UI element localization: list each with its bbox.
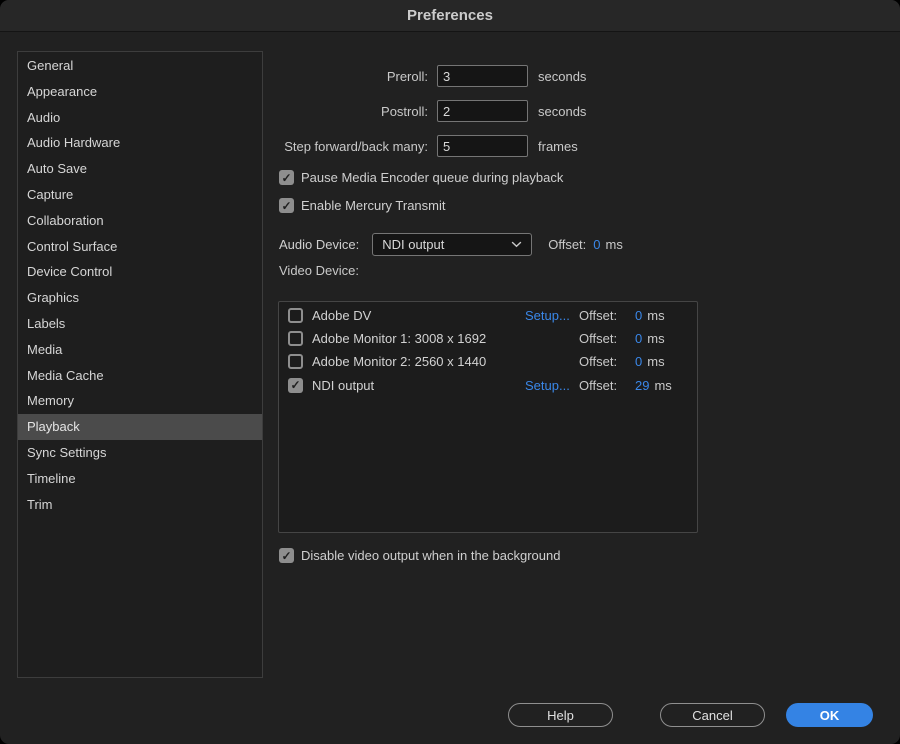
sidebar-item-appearance[interactable]: Appearance <box>18 79 262 105</box>
sidebar-item-capture[interactable]: Capture <box>18 182 262 208</box>
video-device-row: Adobe DV Setup... Offset: 0 ms <box>279 304 697 327</box>
video-device-checkbox[interactable] <box>288 308 303 323</box>
video-device-label: Video Device: <box>279 263 359 278</box>
offset-unit: ms <box>647 304 664 327</box>
postroll-row: Postroll: seconds <box>279 99 586 123</box>
video-device-row: Adobe Monitor 2: 2560 x 1440 Offset: 0 m… <box>279 350 697 373</box>
offset-group: 0 ms <box>635 327 665 350</box>
offset-label: Offset: <box>579 304 617 327</box>
video-device-list: Adobe DV Setup... Offset: 0 ms Adobe Mon… <box>278 301 698 533</box>
offset-value[interactable]: 0 <box>635 327 642 350</box>
preroll-row: Preroll: seconds <box>279 64 586 88</box>
sidebar-item-audio[interactable]: Audio <box>18 105 262 131</box>
offset-unit: ms <box>647 327 664 350</box>
pause-encoder-checkbox[interactable] <box>279 170 294 185</box>
audio-offset-unit: ms <box>606 237 623 252</box>
offset-value[interactable]: 0 <box>635 304 642 327</box>
sidebar-item-graphics[interactable]: Graphics <box>18 285 262 311</box>
video-device-name: Adobe Monitor 1: 3008 x 1692 <box>312 327 486 350</box>
dialog-title: Preferences <box>0 0 900 32</box>
audio-offset-label: Offset: <box>548 237 586 252</box>
chevron-down-icon <box>511 241 522 248</box>
video-device-checkbox[interactable] <box>288 378 303 393</box>
sidebar-item-media-cache[interactable]: Media Cache <box>18 363 262 389</box>
sidebar-item-labels[interactable]: Labels <box>18 311 262 337</box>
offset-value[interactable]: 0 <box>635 350 642 373</box>
sidebar-item-trim[interactable]: Trim <box>18 492 262 518</box>
offset-label: Offset: <box>579 374 617 397</box>
disable-bg-checkbox[interactable] <box>279 548 294 563</box>
offset-unit: ms <box>647 350 664 373</box>
mercury-transmit-label: Enable Mercury Transmit <box>301 198 446 213</box>
audio-device-value: NDI output <box>382 237 444 252</box>
pause-encoder-label: Pause Media Encoder queue during playbac… <box>301 170 563 185</box>
step-many-unit: frames <box>538 139 578 154</box>
mercury-transmit-checkbox[interactable] <box>279 198 294 213</box>
video-device-name: Adobe Monitor 2: 2560 x 1440 <box>312 350 486 373</box>
pause-encoder-row: Pause Media Encoder queue during playbac… <box>279 169 563 186</box>
disable-bg-row: Disable video output when in the backgro… <box>279 547 560 564</box>
preroll-input[interactable] <box>437 65 528 87</box>
sidebar-item-sync-settings[interactable]: Sync Settings <box>18 440 262 466</box>
sidebar-item-audio-hardware[interactable]: Audio Hardware <box>18 130 262 156</box>
postroll-input[interactable] <box>437 100 528 122</box>
offset-unit: ms <box>654 374 671 397</box>
video-device-checkbox[interactable] <box>288 354 303 369</box>
preroll-label: Preroll: <box>279 69 428 84</box>
ok-button[interactable]: OK <box>786 703 873 727</box>
offset-group: 0 ms <box>635 350 665 373</box>
postroll-unit: seconds <box>538 104 586 119</box>
sidebar-item-memory[interactable]: Memory <box>18 388 262 414</box>
sidebar-item-control-surface[interactable]: Control Surface <box>18 234 262 260</box>
video-device-name: NDI output <box>312 374 374 397</box>
offset-label: Offset: <box>579 350 617 373</box>
sidebar-item-media[interactable]: Media <box>18 337 262 363</box>
video-device-row: NDI output Setup... Offset: 29 ms <box>279 374 697 397</box>
postroll-label: Postroll: <box>279 104 428 119</box>
disable-bg-label: Disable video output when in the backgro… <box>301 548 560 563</box>
sidebar-item-playback[interactable]: Playback <box>18 414 262 440</box>
preferences-dialog: Preferences GeneralAppearanceAudioAudio … <box>0 0 900 744</box>
step-many-label: Step forward/back many: <box>279 139 428 154</box>
mercury-transmit-row: Enable Mercury Transmit <box>279 197 446 214</box>
video-device-checkbox[interactable] <box>288 331 303 346</box>
audio-device-label: Audio Device: <box>279 237 359 252</box>
sidebar-item-general[interactable]: General <box>18 53 262 79</box>
offset-group: 0 ms <box>635 304 665 327</box>
audio-offset-value[interactable]: 0 <box>593 237 600 252</box>
sidebar-item-collaboration[interactable]: Collaboration <box>18 208 262 234</box>
preroll-unit: seconds <box>538 69 586 84</box>
audio-device-row: Audio Device: NDI output Offset: 0 ms <box>279 232 623 256</box>
sidebar-item-timeline[interactable]: Timeline <box>18 466 262 492</box>
sidebar-item-auto-save[interactable]: Auto Save <box>18 156 262 182</box>
video-device-row: Adobe Monitor 1: 3008 x 1692 Offset: 0 m… <box>279 327 697 350</box>
step-many-row: Step forward/back many: frames <box>279 134 578 158</box>
help-button[interactable]: Help <box>508 703 613 727</box>
offset-label: Offset: <box>579 327 617 350</box>
titlebar: Preferences <box>0 0 900 32</box>
cancel-button[interactable]: Cancel <box>660 703 765 727</box>
setup-link[interactable]: Setup... <box>525 304 570 327</box>
sidebar-item-device-control[interactable]: Device Control <box>18 259 262 285</box>
setup-link[interactable]: Setup... <box>525 374 570 397</box>
category-list: GeneralAppearanceAudioAudio HardwareAuto… <box>17 51 263 678</box>
offset-value[interactable]: 29 <box>635 374 649 397</box>
offset-group: 29 ms <box>635 374 672 397</box>
step-many-input[interactable] <box>437 135 528 157</box>
video-device-name: Adobe DV <box>312 304 371 327</box>
audio-device-select[interactable]: NDI output <box>372 233 532 256</box>
